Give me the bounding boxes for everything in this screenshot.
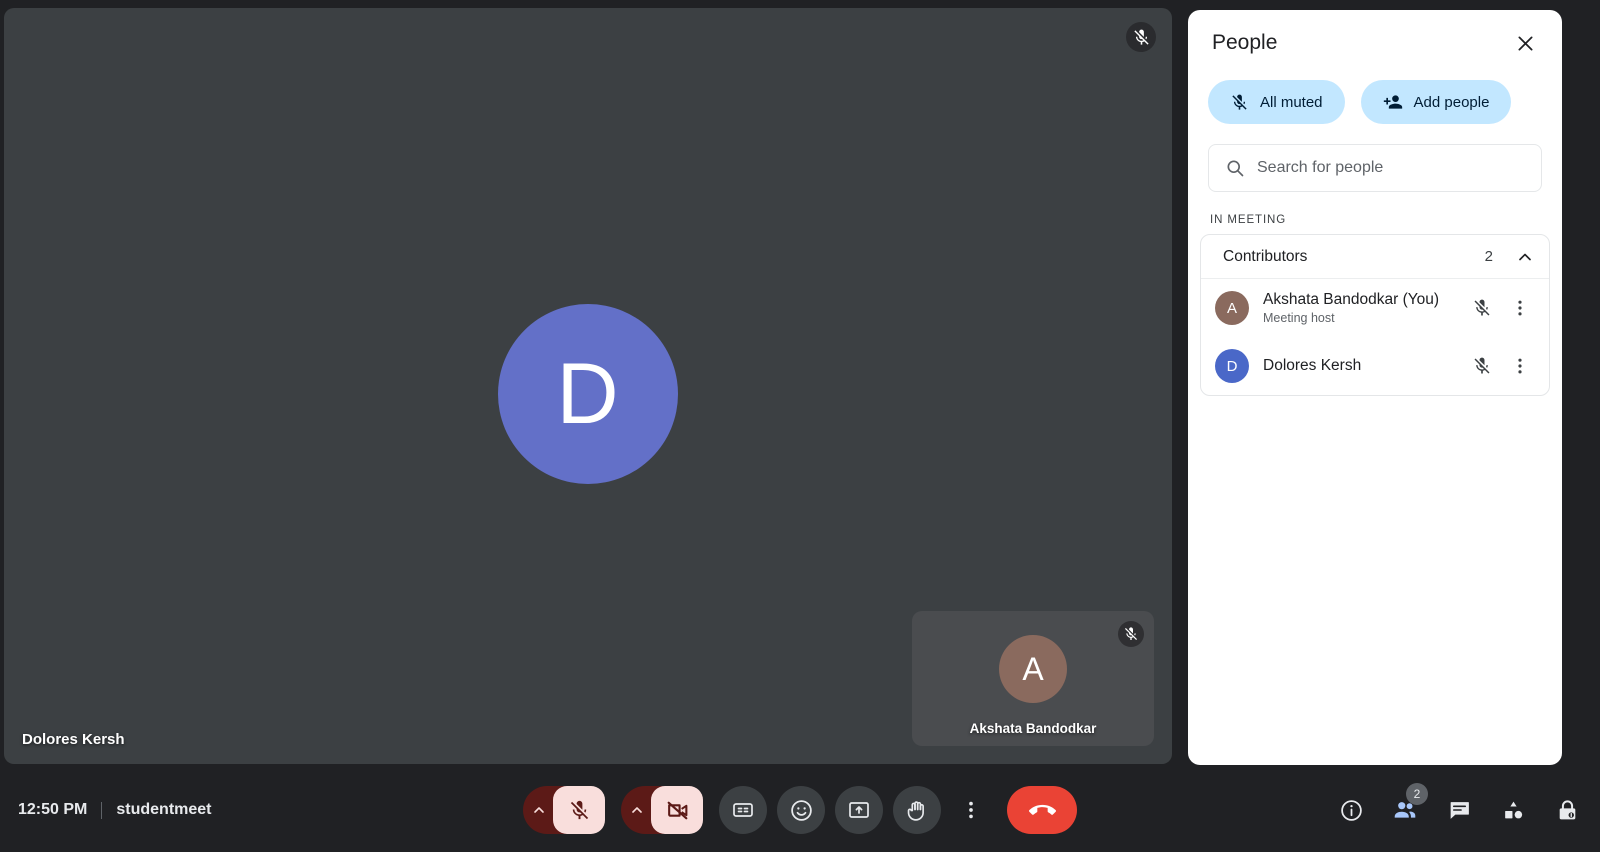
page-title: People — [1212, 31, 1278, 54]
participant-mic-button[interactable] — [1463, 289, 1501, 327]
participant-more-button[interactable] — [1501, 347, 1539, 385]
avatar: A — [1215, 291, 1249, 325]
list-item[interactable]: A Akshata Bandodkar (You) Meeting host — [1201, 279, 1549, 337]
activities-icon — [1504, 801, 1522, 818]
person-add-icon — [1383, 95, 1402, 109]
chat-panel-button[interactable] — [1434, 785, 1484, 835]
meeting-info: 12:50 PM studentmeet — [18, 801, 212, 819]
more-vert-icon — [1518, 300, 1522, 316]
contributors-group-header[interactable]: Contributors 2 — [1201, 235, 1549, 279]
divider — [101, 801, 103, 819]
host-controls-button[interactable] — [1542, 785, 1592, 835]
avatar: D — [498, 304, 678, 484]
lock-icon — [1559, 799, 1575, 819]
participant-name-label: Dolores Kersh — [22, 731, 125, 748]
search-box[interactable] — [1208, 144, 1542, 192]
chevron-up-icon — [1519, 253, 1531, 260]
add-people-chip[interactable]: Add people — [1360, 80, 1512, 124]
avatar: A — [999, 635, 1067, 703]
participant-info: Dolores Kersh — [1263, 356, 1463, 375]
mic-off-icon — [1126, 22, 1156, 52]
more-vert-icon — [1518, 358, 1522, 374]
raise-hand-icon — [907, 800, 924, 821]
panel-action-chips: All muted Add people — [1188, 76, 1562, 124]
self-view-tile[interactable]: A Akshata Bandodkar — [912, 611, 1154, 746]
raise-hand-button[interactable] — [893, 786, 941, 834]
participant-mic-button[interactable] — [1463, 347, 1501, 385]
participant-name: Akshata Bandodkar (You) — [1263, 291, 1440, 309]
video-off-icon — [667, 801, 687, 819]
end-call-button[interactable] — [1007, 786, 1077, 834]
chevron-up-icon — [534, 807, 544, 813]
more-options-button[interactable] — [951, 786, 991, 834]
mic-off-icon — [1474, 299, 1490, 316]
present-screen-icon — [849, 802, 869, 818]
chevron-up-icon — [632, 807, 642, 813]
participant-name-label: Akshata Bandodkar — [969, 721, 1097, 736]
panel-header: People — [1188, 10, 1562, 76]
contributors-group: Contributors 2 A Akshata Bandodkar (You)… — [1200, 234, 1550, 396]
participant-name: Dolores Kersh — [1263, 357, 1362, 375]
people-panel: People All muted Add people Search for p… — [1188, 10, 1562, 765]
meeting-details-button[interactable] — [1326, 785, 1376, 835]
participant-role: Meeting host — [1263, 310, 1335, 325]
search-icon — [1227, 160, 1244, 177]
close-panel-button[interactable] — [1506, 24, 1544, 62]
info-icon — [1340, 799, 1362, 821]
video-stage: D Dolores Kersh A Akshata Bandodkar — [0, 0, 1176, 768]
activities-button[interactable] — [1488, 785, 1538, 835]
all-muted-chip[interactable]: All muted — [1208, 80, 1345, 124]
camera-control-group — [621, 786, 703, 834]
microphone-toggle[interactable] — [553, 786, 605, 834]
camera-toggle[interactable] — [651, 786, 703, 834]
avatar: D — [1215, 349, 1249, 383]
meeting-code: studentmeet — [116, 801, 212, 818]
list-item[interactable]: D Dolores Kersh — [1201, 337, 1549, 395]
participant-more-button[interactable] — [1501, 289, 1539, 327]
people-count-badge: 2 — [1406, 783, 1428, 805]
microphone-control-group — [523, 786, 605, 834]
in-meeting-section-label: IN MEETING — [1210, 214, 1287, 226]
panel-toggles: 2 — [1326, 783, 1592, 835]
contributors-count: 2 — [1484, 248, 1493, 265]
mic-off-icon — [1118, 621, 1144, 647]
reactions-button[interactable] — [777, 786, 825, 834]
call-controls — [523, 786, 1077, 834]
call-end-icon — [1028, 804, 1056, 815]
captions-toggle[interactable] — [719, 786, 767, 834]
people-panel-button[interactable]: 2 — [1380, 783, 1430, 835]
all-muted-chip-label: All muted — [1260, 93, 1323, 111]
meeting-time: 12:50 PM — [18, 801, 88, 818]
closed-caption-icon — [733, 803, 753, 817]
mic-off-icon — [570, 800, 588, 819]
emoji-icon — [790, 799, 812, 821]
chat-icon — [1450, 801, 1469, 819]
close-icon — [1518, 36, 1532, 50]
mic-off-icon — [1232, 94, 1247, 110]
bottom-toolbar: 12:50 PM studentmeet 2 — [0, 768, 1600, 852]
contributors-group-label: Contributors — [1223, 247, 1308, 265]
search-container — [1188, 124, 1562, 192]
search-input[interactable] — [1257, 159, 1525, 177]
present-screen-button[interactable] — [835, 786, 883, 834]
add-people-chip-label: Add people — [1413, 93, 1490, 111]
participant-info: Akshata Bandodkar (You) Meeting host — [1263, 290, 1463, 326]
mic-off-icon — [1474, 357, 1490, 374]
more-vert-icon — [969, 801, 973, 819]
